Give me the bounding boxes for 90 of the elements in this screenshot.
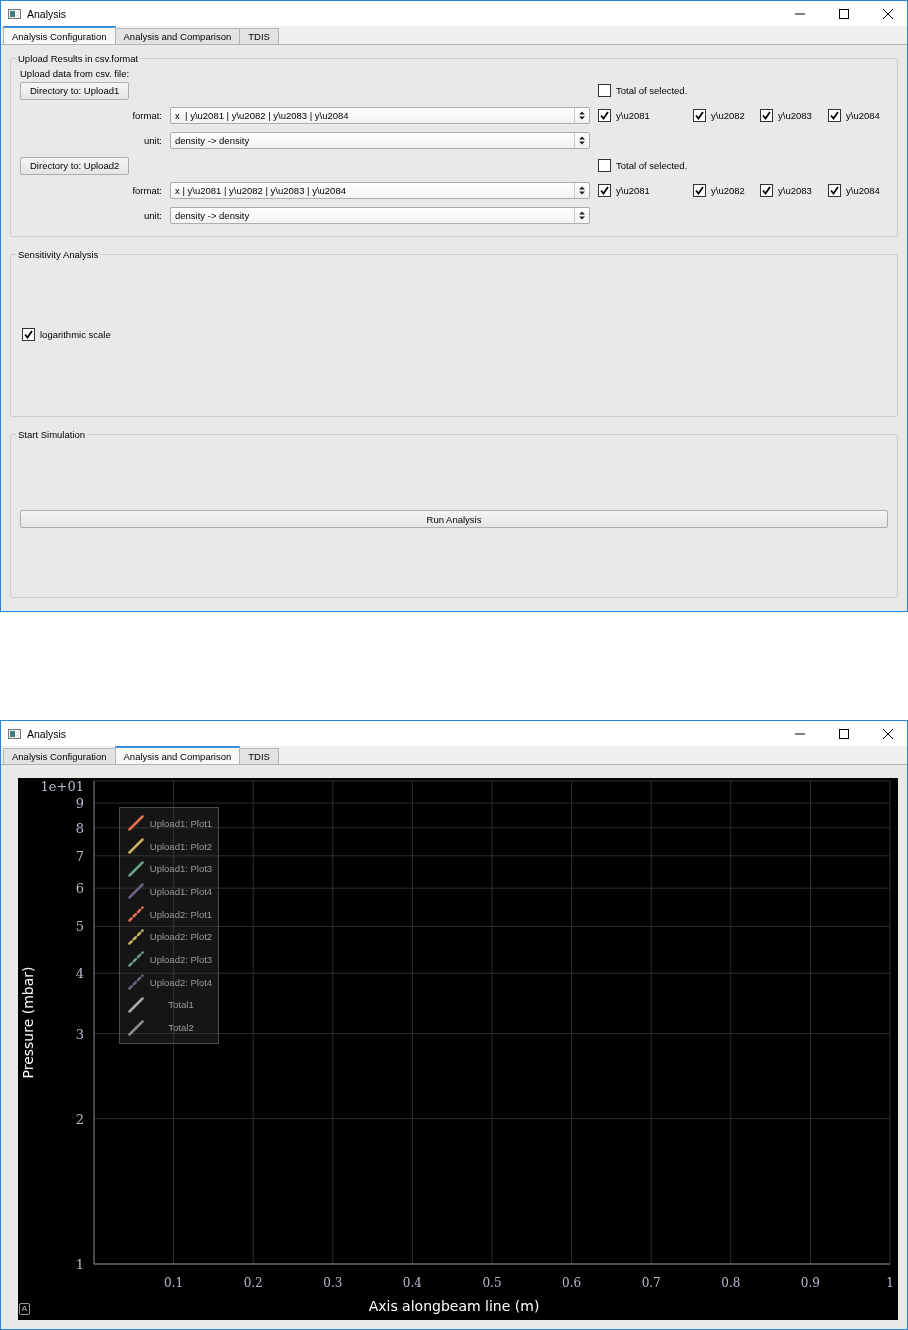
unit-dropdown[interactable]: density -> density — [170, 132, 590, 149]
checkbox-label: logarithmic scale — [40, 328, 111, 340]
checkbox[interactable] — [598, 159, 611, 172]
checkbox-label: y\u2081 — [616, 110, 650, 121]
tick-label: 0.6 — [562, 1276, 582, 1290]
maximize-icon — [839, 728, 849, 739]
tick-label: 1 — [75, 1257, 84, 1272]
field-label: format: — [132, 185, 162, 196]
maximize-icon — [839, 8, 849, 19]
tick-label: 4 — [75, 966, 84, 982]
group-title: Sensitivity Analysis — [17, 249, 100, 260]
tick-label: 3 — [75, 1026, 84, 1042]
group-title: Upload Results in csv.format — [17, 53, 140, 64]
tab[interactable]: Analysis Configuration — [3, 26, 116, 44]
tick-label: 1e+01 — [40, 779, 84, 794]
tick-label: 5 — [75, 919, 84, 935]
spinner-arrows-icon — [579, 136, 585, 145]
axis-title: Pressure (mbar) — [20, 966, 36, 1079]
checkbox-label: y\u2082 — [711, 110, 745, 121]
tick-label: 2 — [75, 1111, 84, 1127]
checkbox[interactable] — [828, 184, 841, 197]
legend-label: Total2 — [167, 1022, 195, 1034]
checkbox-label: y\u2081 — [616, 185, 650, 196]
autoscale-button[interactable]: A — [19, 1303, 30, 1315]
checkbox[interactable] — [693, 109, 706, 122]
window-title: Analysis — [27, 727, 68, 740]
tab[interactable]: TDIS — [239, 748, 279, 764]
tick-label: 0.4 — [402, 1276, 422, 1290]
window-title: Analysis — [27, 7, 68, 20]
legend-label: Total1 — [167, 999, 195, 1011]
checkbox-label: y\u2084 — [846, 185, 880, 196]
legend-label: Upload1: Plot2 — [148, 840, 214, 852]
tab[interactable]: Analysis and Comparison — [114, 28, 241, 44]
group-title: Start Simulation — [17, 429, 87, 440]
directory-button[interactable]: Directory to: Upload2 — [20, 156, 130, 175]
close-icon — [883, 8, 893, 19]
directory-button[interactable]: Directory to: Upload1 — [20, 81, 130, 100]
axis-title: Axis alongbeam line (m) — [368, 1298, 540, 1314]
field-label: unit: — [144, 135, 162, 146]
field-label: format: — [132, 110, 162, 121]
tick-label: 6 — [75, 881, 84, 897]
legend-label: Upload2: Plot4 — [148, 976, 214, 988]
unit-dropdown[interactable]: density -> density — [170, 207, 590, 224]
spinner-arrows-icon — [579, 111, 585, 120]
tick-label: 0.1 — [164, 1276, 184, 1290]
checkbox[interactable] — [598, 109, 611, 122]
tick-label: 0.3 — [323, 1276, 343, 1290]
checkbox[interactable] — [693, 184, 706, 197]
tab[interactable]: Analysis Configuration — [3, 748, 116, 764]
tick-label: 0.7 — [641, 1276, 661, 1290]
tab[interactable]: TDIS — [239, 28, 279, 44]
checkbox[interactable] — [22, 327, 35, 341]
checkbox[interactable] — [828, 109, 841, 122]
window-icon — [8, 8, 21, 19]
checkbox[interactable] — [760, 109, 773, 122]
run-analysis-button[interactable]: Run Analysis — [20, 510, 888, 528]
legend-label: Upload2: Plot2 — [148, 931, 214, 943]
minimize-icon — [795, 12, 805, 15]
tick-label: 0.8 — [721, 1276, 741, 1290]
close-icon — [883, 728, 893, 739]
tick-label: 7 — [75, 848, 84, 864]
legend-label: Upload2: Plot3 — [148, 953, 214, 965]
checkbox-label: Total of selected. — [616, 85, 688, 96]
checkbox-label: Total of selected. — [616, 160, 688, 171]
spinner-arrows-icon — [579, 186, 585, 195]
field-label: unit: — [144, 210, 162, 221]
tick-label: 0.2 — [243, 1276, 263, 1290]
window-icon — [8, 728, 21, 739]
checkbox-label: y\u2084 — [846, 110, 880, 121]
checkbox-label: y\u2083 — [778, 110, 812, 121]
spinner-arrows-icon — [579, 211, 585, 220]
checkbox[interactable] — [598, 184, 611, 197]
format-dropdown[interactable]: x | y\u2081 | y\u2082 | y\u2083 | y\u2084 — [170, 182, 590, 199]
tick-label: 8 — [75, 820, 84, 836]
format-dropdown[interactable]: x | y\u2081 | y\u2082 | y\u2083 | y\u2084 — [170, 107, 590, 124]
checkbox-label: y\u2082 — [711, 185, 745, 196]
tick-label: 1 — [886, 1276, 894, 1290]
legend-label: Upload1: Plot3 — [148, 863, 214, 875]
checkbox[interactable] — [598, 84, 611, 97]
tick-label: 0.9 — [800, 1276, 820, 1290]
tick-label: 0.5 — [482, 1276, 502, 1290]
legend-label: Upload1: Plot1 — [148, 817, 214, 829]
legend-label: Upload1: Plot4 — [148, 885, 214, 897]
minimize-icon — [795, 732, 805, 735]
checkbox[interactable] — [760, 184, 773, 197]
upload-hint: Upload data from csv. file: — [20, 68, 131, 81]
checkbox-label: y\u2083 — [778, 185, 812, 196]
tab[interactable]: Analysis and Comparison — [114, 746, 241, 764]
legend-label: Upload2: Plot1 — [148, 908, 214, 920]
tick-label: 9 — [75, 796, 84, 812]
